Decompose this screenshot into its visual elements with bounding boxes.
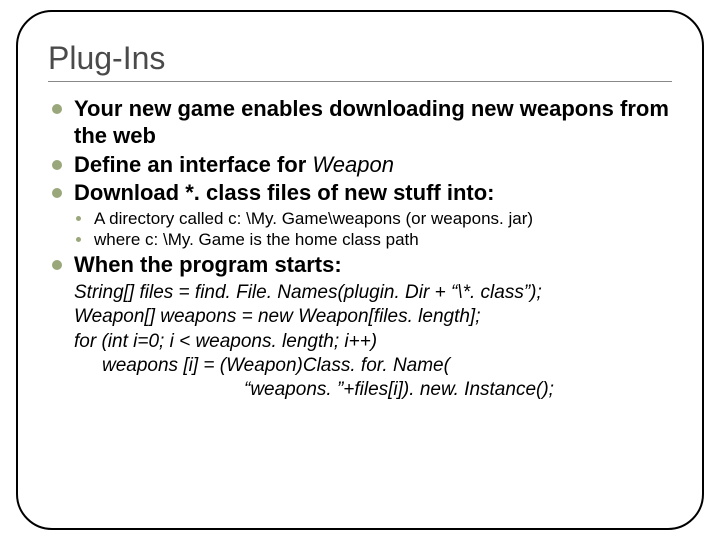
code-line: “weapons. ”+files[i]). new. Instance();	[74, 378, 672, 402]
code-line: String[] files = find. File. Names(plugi…	[74, 282, 542, 303]
code-line: weapons [i] = (Weapon)Class. for. Name(	[74, 354, 672, 378]
sub-bullet-text: A directory called c: \My. Game\weapons …	[94, 209, 533, 228]
bullet-text: Define an interface for	[74, 152, 312, 177]
bullet-item: When the program starts:	[48, 252, 672, 279]
code-line: Weapon[] weapons = new Weapon[files. len…	[74, 306, 480, 327]
bullet-text-italic: Weapon	[312, 152, 394, 177]
bullet-item: Download *. class files of new stuff int…	[48, 180, 672, 250]
slide-frame: Plug-Ins Your new game enables downloadi…	[16, 10, 704, 530]
sub-bullet-item: where c: \My. Game is the home class pat…	[74, 230, 672, 250]
bullet-text: Your new game enables downloading new we…	[74, 96, 669, 148]
code-block: String[] files = find. File. Names(plugi…	[48, 281, 672, 403]
sub-bullet-item: A directory called c: \My. Game\weapons …	[74, 209, 672, 229]
bullet-text: Download *. class files of new stuff int…	[74, 180, 494, 205]
sub-bullet-text: where c: \My. Game is the home class pat…	[94, 230, 419, 249]
bullet-item: Your new game enables downloading new we…	[48, 96, 672, 150]
bullet-item: Define an interface for Weapon	[48, 152, 672, 179]
sub-bullet-list: A directory called c: \My. Game\weapons …	[74, 209, 672, 250]
slide-title: Plug-Ins	[48, 40, 672, 82]
bullet-list: Your new game enables downloading new we…	[48, 96, 672, 279]
bullet-text: When the program starts:	[74, 252, 342, 277]
code-line: for (int i=0; i < weapons. length; i++)	[74, 331, 377, 352]
